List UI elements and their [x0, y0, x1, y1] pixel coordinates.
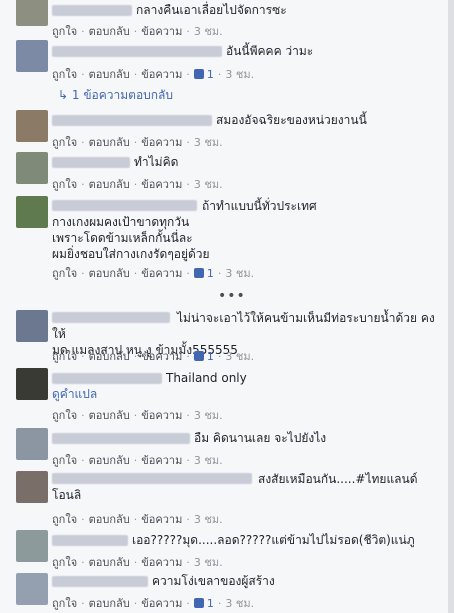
avatar[interactable]: [16, 368, 48, 400]
author-name[interactable]: [52, 535, 128, 546]
comment-actions: ถูกใจ · ตอบกลับ · ข้อความ · 1 · 3 ชม.: [52, 68, 255, 81]
avatar[interactable]: [16, 530, 48, 562]
reply-link[interactable]: ตอบกลับ: [89, 68, 130, 81]
reply-link[interactable]: ตอบกลับ: [89, 409, 130, 422]
comment-text: เออ?????มุด.....ลอด?????แต่ข้ามไปไม่รอด(…: [132, 533, 415, 547]
timestamp[interactable]: 3 ชม.: [225, 597, 254, 610]
author-name[interactable]: [52, 46, 222, 57]
like-count[interactable]: 1: [193, 350, 214, 363]
comment-text: Thailand only: [166, 371, 247, 385]
message-link[interactable]: ข้อความ: [141, 267, 182, 280]
comment-text: ถ้าทำแบบนี้ทั่วประเทศ กางเกงผมคงเป้าขาดท…: [52, 199, 317, 261]
avatar[interactable]: [16, 573, 48, 605]
reply-link[interactable]: ตอบกลับ: [89, 267, 130, 280]
thumbs-up-icon: [193, 268, 204, 278]
comment-actions: ถูกใจ · ตอบกลับ · ข้อความ · 1 · 3 ชม.: [52, 350, 255, 363]
avatar[interactable]: [16, 310, 48, 342]
author-name[interactable]: [52, 473, 252, 484]
message-link[interactable]: ข้อความ: [141, 409, 182, 422]
like-count[interactable]: 1: [193, 267, 214, 280]
message-link[interactable]: ข้อความ: [141, 25, 182, 38]
avatar[interactable]: [16, 152, 48, 184]
comment-actions: ถูกใจ · ตอบกลับ · ข้อความ · 1 · 3 ชม.: [52, 597, 255, 610]
timestamp[interactable]: 3 ชม.: [194, 513, 223, 526]
avatar[interactable]: [16, 110, 48, 142]
comment-text: ความโง่เขลาของผู้สร้าง: [152, 574, 275, 588]
like-link[interactable]: ถูกใจ: [52, 556, 77, 569]
timestamp[interactable]: 3 ชม.: [225, 68, 254, 81]
author-name[interactable]: [52, 373, 162, 384]
reply-link[interactable]: ตอบกลับ: [89, 25, 130, 38]
message-link[interactable]: ข้อความ: [141, 597, 182, 610]
message-link[interactable]: ข้อความ: [141, 350, 182, 363]
author-name[interactable]: [52, 576, 148, 587]
reply-link[interactable]: ตอบกลับ: [89, 513, 130, 526]
comment-text: อืม คิดนานเลย จะไปยังไง: [194, 431, 327, 445]
comment-text: ทำไม่คิด: [134, 155, 179, 169]
reply-link[interactable]: ตอบกลับ: [89, 136, 130, 149]
comment-actions: ถูกใจ · ตอบกลับ · ข้อความ · 3 ชม.: [52, 454, 223, 467]
avatar[interactable]: [16, 428, 48, 460]
view-replies-link[interactable]: ↳ 1 ข้อความตอบกลับ: [58, 86, 173, 105]
reply-link[interactable]: ตอบกลับ: [89, 350, 130, 363]
message-link[interactable]: ข้อความ: [141, 68, 182, 81]
author-name[interactable]: [52, 312, 170, 323]
like-link[interactable]: ถูกใจ: [52, 597, 77, 610]
thumbs-up-icon: [193, 69, 204, 79]
right-edge-divider: [448, 0, 454, 613]
reply-link[interactable]: ตอบกลับ: [89, 556, 130, 569]
comment-actions: ถูกใจ · ตอบกลับ · ข้อความ · 3 ชม.: [52, 513, 223, 526]
like-link[interactable]: ถูกใจ: [52, 409, 77, 422]
timestamp[interactable]: 3 ชม.: [225, 267, 254, 280]
avatar[interactable]: [16, 196, 48, 228]
thumbs-up-icon: [193, 598, 204, 608]
like-count[interactable]: 1: [193, 68, 214, 81]
author-name[interactable]: [52, 5, 132, 16]
timestamp[interactable]: 3 ชม.: [194, 454, 223, 467]
timestamp[interactable]: 3 ชม.: [194, 178, 223, 191]
author-name[interactable]: [52, 115, 212, 126]
message-link[interactable]: ข้อความ: [141, 556, 182, 569]
reply-link[interactable]: ตอบกลับ: [89, 597, 130, 610]
like-link[interactable]: ถูกใจ: [52, 178, 77, 191]
like-count[interactable]: 1: [193, 597, 214, 610]
message-link[interactable]: ข้อความ: [141, 513, 182, 526]
avatar[interactable]: [16, 0, 48, 26]
message-link[interactable]: ข้อความ: [141, 136, 182, 149]
comment-actions: ถูกใจ · ตอบกลับ · ข้อความ · 3 ชม.: [52, 136, 223, 149]
comment-actions: ถูกใจ · ตอบกลับ · ข้อความ · 3 ชม.: [52, 409, 223, 422]
timestamp[interactable]: 3 ชม.: [194, 409, 223, 422]
comment-text: สมองอัจฉริยะของหน่วยงานนี้: [216, 113, 367, 127]
comment-actions: ถูกใจ · ตอบกลับ · ข้อความ · 1 · 3 ชม.: [52, 267, 255, 280]
more-replies-indicator[interactable]: •••: [218, 288, 246, 304]
reply-link[interactable]: ตอบกลับ: [89, 178, 130, 191]
timestamp[interactable]: 3 ชม.: [225, 350, 254, 363]
like-link[interactable]: ถูกใจ: [52, 25, 77, 38]
reply-arrow-icon: ↳: [58, 88, 69, 102]
timestamp[interactable]: 3 ชม.: [194, 25, 223, 38]
timestamp[interactable]: 3 ชม.: [194, 136, 223, 149]
like-link[interactable]: ถูกใจ: [52, 267, 77, 280]
author-name[interactable]: [52, 157, 130, 168]
author-name[interactable]: [52, 433, 190, 444]
message-link[interactable]: ข้อความ: [141, 454, 182, 467]
like-link[interactable]: ถูกใจ: [52, 350, 77, 363]
message-link[interactable]: ข้อความ: [141, 178, 182, 191]
avatar[interactable]: [16, 471, 48, 503]
comment-actions: ถูกใจ · ตอบกลับ · ข้อความ · 3 ชม.: [52, 556, 223, 569]
like-link[interactable]: ถูกใจ: [52, 454, 77, 467]
see-translation-link[interactable]: ดูคำแปล: [52, 386, 440, 402]
avatar[interactable]: [16, 40, 48, 72]
comment-text: อันนี้พีคคค ว่ามะ: [226, 44, 314, 58]
thumbs-up-icon: [193, 351, 204, 361]
comment-actions: ถูกใจ · ตอบกลับ · ข้อความ · 3 ชม.: [52, 178, 223, 191]
like-link[interactable]: ถูกใจ: [52, 68, 77, 81]
like-link[interactable]: ถูกใจ: [52, 513, 77, 526]
comment-text: กลางคืนเอาเลื่อยไปจัดการซะ: [136, 3, 287, 17]
reply-link[interactable]: ตอบกลับ: [89, 454, 130, 467]
comment-actions: ถูกใจ · ตอบกลับ · ข้อความ · 3 ชม.: [52, 25, 223, 38]
like-link[interactable]: ถูกใจ: [52, 136, 77, 149]
timestamp[interactable]: 3 ชม.: [194, 556, 223, 569]
